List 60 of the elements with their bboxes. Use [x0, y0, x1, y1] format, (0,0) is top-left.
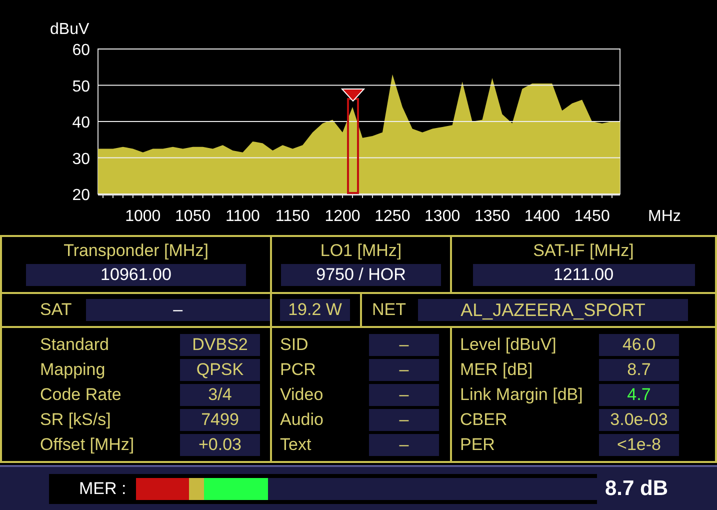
value-field: <1e-8: [599, 434, 679, 456]
parameter-label: SAT-IF [MHz]: [533, 241, 634, 261]
value-field: 8.7: [599, 358, 679, 380]
x-tick-label: 1400: [524, 208, 560, 225]
value-field: 1211.00: [472, 264, 694, 286]
value-field: 3.0e-03: [599, 408, 679, 430]
x-tick-label: 1050: [175, 208, 211, 225]
x-tick-label: 1100: [226, 208, 260, 225]
parameter-label: PER: [460, 434, 495, 456]
parameter-label: Code Rate: [40, 384, 122, 406]
value-field: 3/4: [180, 384, 260, 406]
y-axis-label: dBuV: [50, 21, 90, 38]
value-field: +0.03: [180, 434, 260, 456]
mer-label: MER :: [79, 478, 126, 498]
parameter-label: MER [dB]: [460, 358, 533, 380]
x-tick-label: 1150: [275, 208, 310, 225]
parameter-label: Audio: [280, 408, 324, 430]
y-tick-label: 50: [72, 78, 90, 96]
value-field: 4.7: [599, 384, 679, 406]
x-tick-label: 1250: [374, 208, 410, 225]
network-name-field: AL_JAZEERA_SPORT: [418, 299, 688, 321]
value-field: 9750 / HOR: [281, 264, 441, 286]
sat-field: –: [86, 299, 270, 321]
parameter-label: Mapping: [40, 358, 106, 380]
parameter-label: SID: [280, 334, 308, 356]
parameter-label: Video: [280, 384, 324, 406]
net-label: NET: [372, 299, 406, 321]
sat-label: SAT: [40, 299, 72, 321]
parameter-label: SR [kS/s]: [40, 408, 111, 430]
y-tick-label: 40: [72, 114, 90, 132]
orbit-position-field: 19.2 W: [280, 299, 350, 321]
parameter-label: Link Margin [dB]: [460, 384, 583, 406]
value-field: 10961.00: [26, 264, 246, 286]
parameter-label: LO1 [MHz]: [320, 241, 402, 261]
parameter-label: Standard: [40, 334, 109, 356]
parameter-label: PCR: [280, 358, 316, 380]
x-tick-label: 1450: [574, 208, 610, 225]
x-tick-label: 1200: [324, 208, 360, 225]
parameter-label: CBER: [460, 408, 508, 430]
x-tick-label: 1300: [424, 208, 460, 225]
parameter-label: Text: [280, 434, 312, 456]
value-field: 46.0: [599, 334, 679, 356]
parameter-label: Offset [MHz]: [40, 434, 134, 456]
value-field: QPSK: [180, 358, 260, 380]
mer-reading: 8.7 dB: [605, 476, 668, 500]
x-tick-label: 1350: [474, 208, 510, 225]
x-tick-label: 1000: [125, 208, 161, 225]
value-field: –: [369, 408, 439, 430]
value-field: –: [369, 434, 439, 456]
parameter-label: Transponder [MHz]: [64, 241, 208, 261]
value-field: 7499: [180, 408, 260, 430]
value-field: –: [369, 334, 439, 356]
parameter-label: Level [dBuV]: [460, 334, 556, 356]
y-tick-label: 30: [72, 150, 90, 168]
value-field: –: [369, 358, 439, 380]
value-field: DVBS2: [180, 334, 260, 356]
value-field: –: [369, 384, 439, 406]
y-tick-label: 60: [72, 42, 90, 59]
x-axis-label: MHz: [648, 208, 681, 225]
y-tick-label: 20: [72, 187, 90, 204]
